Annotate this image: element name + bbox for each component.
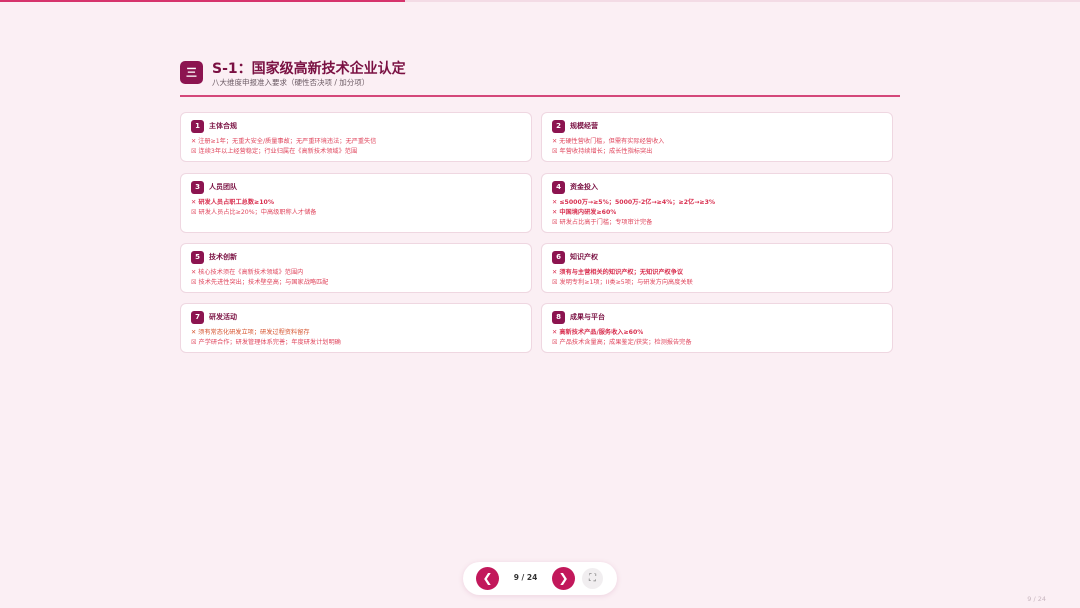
bonus-item: ☒ 年营收持续增长；成长性指标突出	[552, 148, 653, 155]
card-title: 规模经营	[570, 122, 598, 130]
bonus-item: ☒ 产品技术含量高；成果鉴定/获奖；检测报告完备	[552, 339, 692, 346]
card-title: 成果与平台	[570, 313, 605, 321]
card-capital-investment: 4 资金投入 ✕ ≤5000万→≥5%；5000万-2亿→≥4%；≥2亿→≥3%…	[541, 173, 893, 233]
veto-item: ✕ ≤5000万→≥5%；5000万-2亿→≥4%；≥2亿→≥3%	[552, 199, 716, 206]
card-rd-activities: 7 研发活动 ✕ 须有常态化研发立项；研发过程资料留存 ☒ 产学研合作；研发管理…	[180, 303, 532, 353]
card-title: 主体合规	[209, 122, 237, 130]
card-title: 知识产权	[570, 253, 598, 261]
chevron-right-icon: ❯	[558, 571, 569, 585]
bonus-item: ☒ 产学研合作；研发管理体系完善；年度研发计划明确	[191, 339, 341, 346]
progress-bar	[0, 0, 405, 2]
card-results-platform: 8 成果与平台 ✕ 高新技术产品/服务收入≥60% ☒ 产品技术含量高；成果鉴定…	[541, 303, 893, 353]
card-title: 研发活动	[209, 313, 237, 321]
veto-item: ✕ 须有与主营相关的知识产权；无知识产权争议	[552, 269, 684, 276]
card-number: 5	[191, 251, 204, 264]
card-number: 3	[191, 181, 204, 194]
slide-title: S-1：国家级高新技术企业认定	[212, 61, 406, 77]
page-indicator: 9 / 24	[513, 573, 538, 582]
card-number: 7	[191, 311, 204, 324]
card-title: 资金投入	[570, 183, 598, 191]
section-badge-icon: 三	[180, 61, 203, 84]
bonus-item: ☒ 技术先进性突出；技术壁垒高；与国家战略匹配	[191, 279, 329, 286]
next-slide-button[interactable]: ❯	[552, 567, 575, 590]
card-title: 人员团队	[209, 183, 237, 191]
bonus-item: ☒ 研发人员占比≥20%；中高级职称人才储备	[191, 209, 317, 216]
card-personnel-team: 3 人员团队 ✕ 研发人员占职工总数≥10% ☒ 研发人员占比≥20%；中高级职…	[180, 173, 532, 233]
card-number: 8	[552, 311, 565, 324]
card-entity-compliance: 1 主体合规 ✕ 注册≥1年；无重大安全/质量事故；无严重环境违法；无严重失信 …	[180, 112, 532, 162]
veto-item: ✕ 核心技术须在《高新技术领域》范围内	[191, 269, 304, 276]
veto-item: ✕ 研发人员占职工总数≥10%	[191, 199, 275, 206]
card-intellectual-property: 6 知识产权 ✕ 须有与主营相关的知识产权；无知识产权争议 ☒ 发明专利≥1项；…	[541, 243, 893, 293]
veto-item: ✕ 无硬性营收门槛，但需有实际经营收入	[552, 138, 665, 145]
veto-item: ✕ 中国境内研发≥60%	[552, 209, 617, 216]
card-number: 2	[552, 120, 565, 133]
veto-item: ✕ 高新技术产品/服务收入≥60%	[552, 329, 644, 336]
fullscreen-icon: ⛶	[589, 573, 596, 584]
slide-subtitle: 八大维度申报准入要求（硬性否决项 / 加分项）	[212, 78, 370, 87]
fullscreen-button[interactable]: ⛶	[582, 568, 603, 589]
card-scale-operation: 2 规模经营 ✕ 无硬性营收门槛，但需有实际经营收入 ☒ 年营收持续增长；成长性…	[541, 112, 893, 162]
bonus-item: ☒ 连续3年以上经营稳定；行业归属在《高新技术领域》范围	[191, 148, 358, 155]
bonus-item: ☒ 研发占比高于门槛；专项审计完备	[552, 219, 653, 226]
prev-slide-button[interactable]: ❮	[476, 567, 499, 590]
progress-track	[0, 0, 1080, 2]
card-title: 技术创新	[209, 253, 237, 261]
card-number: 4	[552, 181, 565, 194]
header-divider	[180, 95, 900, 97]
corner-page-counter: 9 / 24	[1027, 595, 1046, 603]
bonus-item: ☒ 发明专利≥1项；II类≥5项；与研发方向高度关联	[552, 279, 693, 286]
chevron-left-icon: ❮	[482, 571, 493, 585]
slide-navigation: ❮ 9 / 24 ❯ ⛶	[463, 562, 617, 595]
card-number: 1	[191, 120, 204, 133]
card-tech-innovation: 5 技术创新 ✕ 核心技术须在《高新技术领域》范围内 ☒ 技术先进性突出；技术壁…	[180, 243, 532, 293]
card-number: 6	[552, 251, 565, 264]
veto-item: ✕ 须有常态化研发立项；研发过程资料留存	[191, 329, 310, 336]
veto-item: ✕ 注册≥1年；无重大安全/质量事故；无严重环境违法；无严重失信	[191, 138, 377, 145]
